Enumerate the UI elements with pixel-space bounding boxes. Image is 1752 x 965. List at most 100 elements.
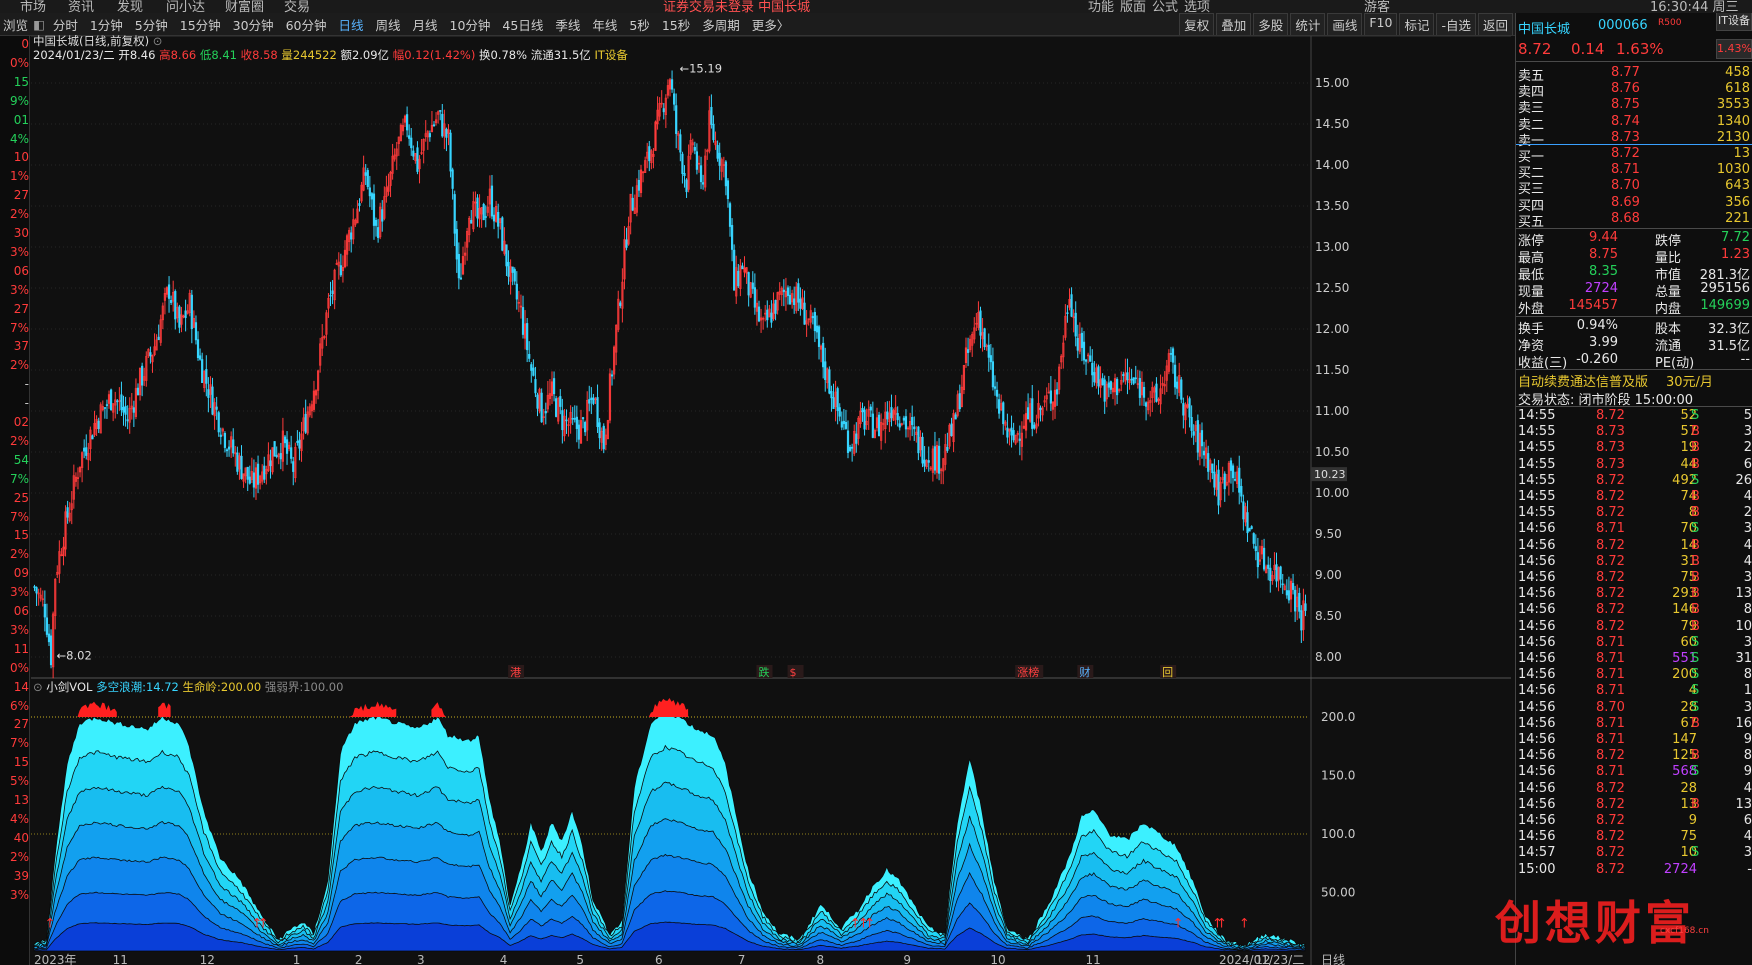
candle-body [842, 420, 845, 425]
candle-body [497, 212, 500, 227]
candle-body [788, 294, 792, 305]
left-strip-item: 3% [9, 282, 29, 297]
candle-body [215, 406, 218, 410]
browse-button[interactable]: 浏览 [0, 15, 31, 34]
candle-body [950, 423, 953, 436]
candle-body [269, 460, 272, 467]
period-tab-0[interactable]: 分时 [47, 15, 84, 34]
tool-button-0[interactable]: 复权 [1179, 13, 1215, 35]
menu-market[interactable]: 市场 [20, 0, 46, 13]
period-tab-2[interactable]: 5分钟 [129, 15, 174, 34]
candle-body [1101, 377, 1104, 386]
menu-discover[interactable]: 发现 [117, 0, 143, 13]
left-strip-item: 4% [9, 811, 29, 826]
tick-row: 14:56 8.72 75 4 [1516, 829, 1752, 845]
candle-body [470, 219, 473, 224]
bid-price: 8.68 [1611, 210, 1640, 226]
stat-value: 145457 [1568, 298, 1618, 313]
user-guest[interactable]: 游客 [1364, 0, 1390, 13]
period-tab-14[interactable]: 15秒 [656, 15, 696, 34]
menu-news[interactable]: 资讯 [68, 0, 94, 13]
pct-button[interactable]: 1.43% [1716, 39, 1752, 59]
candle-body [1176, 381, 1179, 389]
period-tab-3[interactable]: 15分钟 [174, 15, 227, 34]
candle-body [83, 447, 86, 452]
menu-function[interactable]: 功能 [1088, 0, 1114, 13]
tool-button-3[interactable]: 统计 [1290, 13, 1326, 35]
tick-price: 8.72 [1596, 829, 1625, 845]
indicator-info: ⊙ 小剑VOL 多空浪潮:14.72 生命岭:200.00 强弱界:100.00 [33, 680, 344, 694]
stock-name: 中国长城 [1518, 22, 1571, 37]
candle-body [196, 339, 200, 359]
candle-body [782, 289, 785, 293]
period-tab-16[interactable]: 更多〉 [746, 15, 796, 34]
period-tab-12[interactable]: 年线 [586, 15, 623, 34]
candle-body [846, 430, 850, 453]
tool-button-8[interactable]: 返回 [1477, 13, 1513, 35]
candle-body [410, 137, 413, 149]
candle-body [459, 277, 463, 280]
x-axis-label: 1 [293, 953, 301, 965]
candle-body [457, 254, 460, 279]
candle-body [178, 306, 181, 328]
candle-body [699, 165, 703, 183]
tick-time: 14:55 [1518, 424, 1556, 440]
event-marker: 回 [1162, 666, 1173, 679]
candle-body [445, 128, 448, 138]
candle-body [1142, 387, 1146, 398]
tick-count: 1 [1743, 683, 1752, 699]
tick-time: 14:56 [1518, 813, 1556, 828]
tick-time: 14:56 [1518, 748, 1556, 764]
period-tab-9[interactable]: 10分钟 [444, 15, 497, 34]
candle-body [728, 203, 732, 227]
menu-trade[interactable]: 交易 [284, 0, 310, 13]
tool-button-6[interactable]: 标记 [1399, 13, 1435, 35]
period-tab-1[interactable]: 1分钟 [84, 15, 129, 34]
menu-formula[interactable]: 公式 [1152, 0, 1178, 13]
period-tab-10[interactable]: 45日线 [496, 15, 549, 34]
sector-button[interactable]: IT设备 [1716, 13, 1752, 31]
candle-body [275, 455, 278, 457]
menu-ask[interactable]: 问小达 [166, 0, 205, 13]
candle-body [1091, 362, 1094, 376]
candle-body [673, 93, 676, 105]
panel-toggle-icon[interactable]: ◧ [31, 17, 47, 32]
candle-body [1242, 501, 1245, 520]
candle-body [1122, 374, 1125, 377]
tool-button-1[interactable]: 叠加 [1216, 13, 1252, 35]
candle-body [141, 365, 144, 386]
period-tab-4[interactable]: 30分钟 [227, 15, 280, 34]
candle-body [966, 349, 970, 353]
period-tab-8[interactable]: 月线 [407, 15, 444, 34]
candle-body [205, 369, 208, 384]
kline-ohlc-info: 2024/01/23/二 开8.46 高8.66 低8.41 收8.58 量24… [33, 48, 628, 62]
left-strip-item: 5% [9, 774, 29, 789]
tick-row: 14:56 8.72 28 4 [1516, 781, 1752, 797]
period-tab-6[interactable]: 日线 [332, 15, 369, 34]
tool-button-4[interactable]: 画线 [1327, 13, 1363, 35]
period-tab-5[interactable]: 60分钟 [280, 15, 333, 34]
tool-button-7[interactable]: -自选 [1436, 13, 1476, 35]
menu-layout[interactable]: 版面 [1120, 0, 1146, 13]
kline-chart-svg[interactable]: 15.00 14.50 14.00 13.50 13.00 12.50 12.00 11.50… [31, 36, 1511, 965]
tick-price: 8.72 [1596, 570, 1625, 585]
period-tab-13[interactable]: 5秒 [623, 15, 655, 34]
price-tick-label: 11.00 [1315, 404, 1349, 418]
tool-button-2[interactable]: 多股 [1253, 13, 1289, 35]
candle-body [1262, 547, 1266, 570]
left-strip-item: 37 [13, 339, 29, 354]
menu-wealth[interactable]: 财富圈 [225, 0, 264, 13]
event-marker: 涨榜 [1017, 665, 1039, 679]
chart-area[interactable]: 15.00 14.50 14.00 13.50 13.00 12.50 12.00 11.50… [31, 34, 1511, 965]
left-strip-item: 3% [9, 887, 29, 902]
period-tab-7[interactable]: 周线 [369, 15, 406, 34]
tool-button-5[interactable]: F10 [1364, 13, 1398, 35]
candle-body [122, 407, 125, 413]
period-tab-11[interactable]: 季线 [549, 15, 586, 34]
x-axis-label: 2024/01/23/二 [1219, 953, 1304, 965]
menu-options[interactable]: 选项 [1184, 0, 1210, 13]
period-tab-15[interactable]: 多周期 [696, 15, 746, 34]
candle-body [844, 421, 848, 429]
candle-body [753, 287, 756, 308]
promo-link[interactable]: 自动续费通达信普及版 [1518, 371, 1648, 390]
